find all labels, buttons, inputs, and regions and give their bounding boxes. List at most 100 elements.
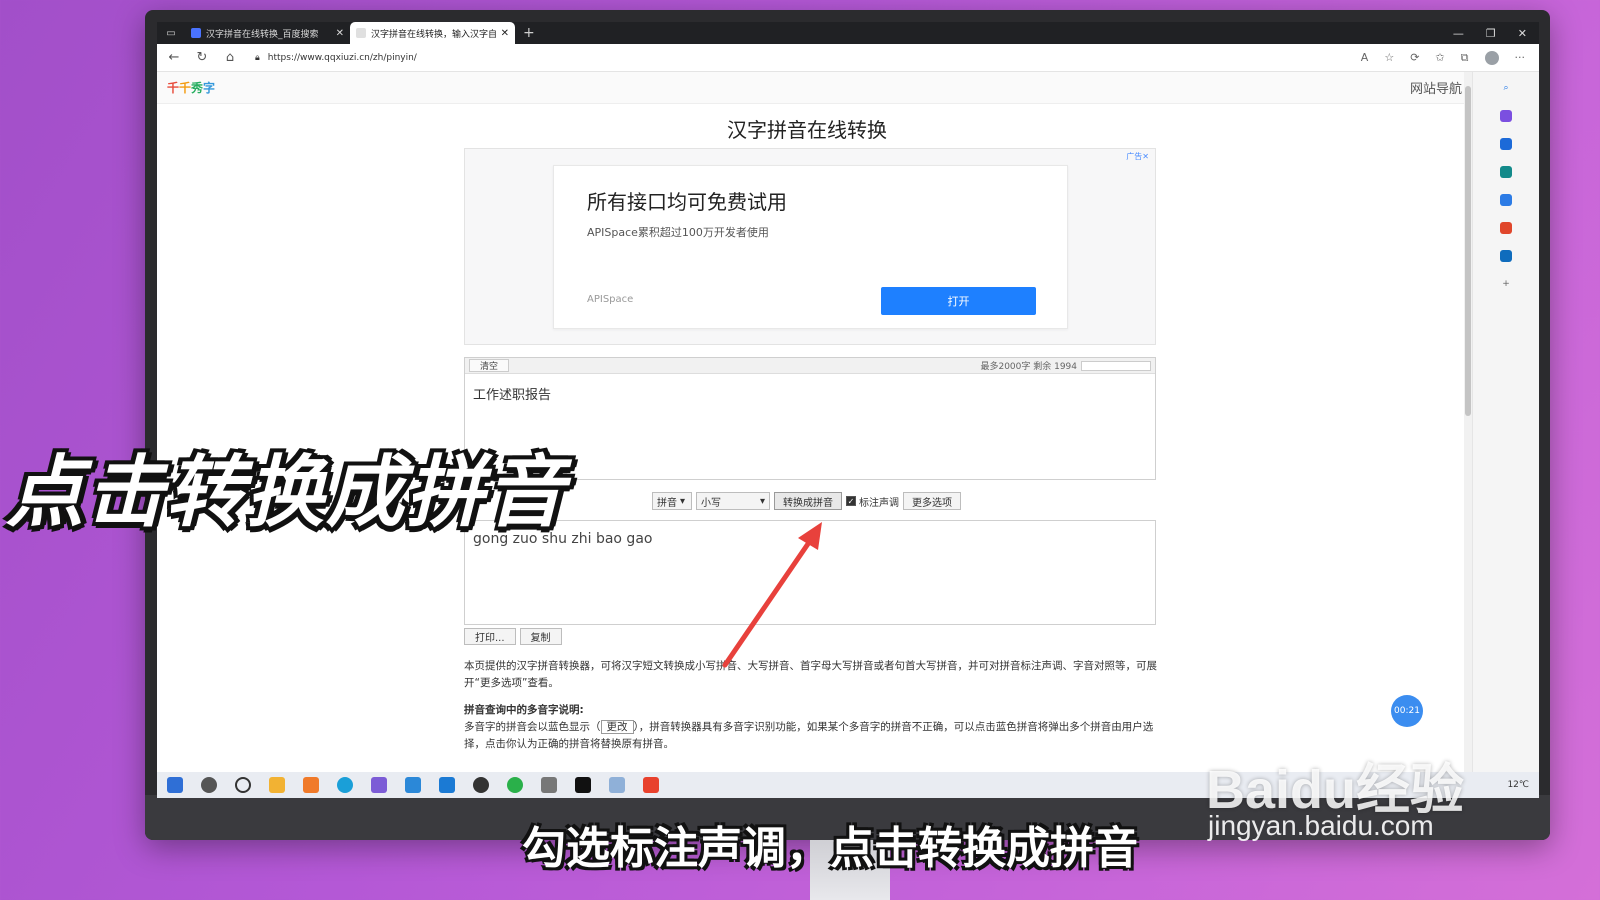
- outlook-icon[interactable]: [1500, 250, 1512, 262]
- window-controls: — ❐ ✕: [1453, 27, 1539, 40]
- maximize-icon[interactable]: ❐: [1486, 27, 1496, 40]
- favorites-icon[interactable]: ✩: [1435, 51, 1444, 65]
- read-aloud-icon[interactable]: A: [1361, 51, 1369, 65]
- pinyin-output[interactable]: gong zuo shu zhi bao gao: [464, 520, 1156, 625]
- tone-label: 标注声调: [859, 497, 899, 509]
- ad-title: 所有接口均可免费试用: [587, 190, 787, 214]
- minimize-icon[interactable]: —: [1453, 27, 1464, 40]
- toolbar-icons: A ☆ ⟳ ✩ ⧉ ···: [1361, 50, 1529, 65]
- back-icon[interactable]: ←: [167, 50, 181, 65]
- screen: ▭ 汉字拼音在线转换_百度搜索 ✕ 汉字拼音在线转换，输入汉字自动转换 ✕ + …: [157, 22, 1539, 798]
- close-window-icon[interactable]: ✕: [1518, 27, 1527, 40]
- tab-label: 汉字拼音在线转换_百度搜索: [206, 29, 319, 40]
- address-bar: ← ↻ ⌂ 🔒︎ https://www.qqxiuzi.cn/zh/pinyi…: [157, 44, 1539, 72]
- video-subtitle: 勾选标注声调，点击转换成拼音: [522, 823, 1138, 874]
- photos-icon[interactable]: [371, 777, 387, 793]
- tab-pinyin-converter[interactable]: 汉字拼音在线转换，输入汉字自动转换 ✕: [350, 22, 515, 44]
- description: 本页提供的汉字拼音转换器，可将汉字短文转换成小写拼音、大写拼音、首字母大写拼音或…: [464, 658, 1159, 753]
- ad-tag[interactable]: 广告✕: [1126, 151, 1149, 162]
- add-icon[interactable]: +: [1500, 278, 1512, 290]
- tab-baidu-search[interactable]: 汉字拼音在线转换_百度搜索 ✕: [185, 22, 350, 44]
- convert-controls: 拼音 ▾ 小写 ▾ 转换成拼音 ✓ 标注声调 更多选项: [652, 492, 961, 510]
- change-tag: 更改: [600, 720, 634, 734]
- weather-text: 12℃: [1507, 780, 1529, 790]
- copy-button[interactable]: 复制: [519, 628, 562, 645]
- refresh-icon[interactable]: ↻: [195, 50, 209, 65]
- toolbox-icon[interactable]: [1500, 166, 1512, 178]
- tab-actions-icon[interactable]: ▭: [157, 28, 185, 39]
- case-select[interactable]: 小写 ▾: [696, 492, 770, 510]
- convert-to-pinyin-button[interactable]: 转换成拼音: [774, 492, 842, 510]
- tag-icon[interactable]: [1500, 138, 1512, 150]
- home-icon[interactable]: ⌂: [223, 50, 237, 65]
- collections-icon[interactable]: ⧉: [1461, 51, 1469, 65]
- start-icon[interactable]: [167, 777, 183, 793]
- scroll-thumb[interactable]: [1465, 86, 1471, 416]
- app-icon[interactable]: [303, 777, 319, 793]
- copilot-icon[interactable]: [1500, 110, 1512, 122]
- char-count-bar: [1081, 360, 1151, 371]
- app-icon[interactable]: [473, 777, 489, 793]
- site-nav-link[interactable]: 网站导航: [1410, 78, 1462, 97]
- mode-select[interactable]: 拼音 ▾: [652, 492, 692, 510]
- capcut-icon[interactable]: [575, 777, 591, 793]
- chinese-text-input[interactable]: 工作述职报告: [465, 374, 1155, 413]
- overlay-title: 点击转换成拼音: [6, 448, 567, 538]
- ad-banner: 广告✕ 所有接口均可免费试用 APISpace累积超过100万开发者使用 API…: [464, 148, 1156, 345]
- cortana-icon[interactable]: [235, 777, 251, 793]
- tone-checkbox[interactable]: ✓ 标注声调: [846, 494, 899, 509]
- url-text: https://www.qqxiuzi.cn/zh/pinyin/: [267, 52, 417, 63]
- output-actions: 打印... 复制: [464, 628, 562, 645]
- wps-icon[interactable]: [643, 777, 659, 793]
- polyphone-text: 多音字的拼音会以蓝色显示（ 更改 ），拼音转换器具有多音字识别功能，如果某个多音字的…: [464, 720, 1154, 750]
- office-icon[interactable]: [1500, 222, 1512, 234]
- search-icon[interactable]: ⌕: [1500, 82, 1512, 94]
- char-limit: 最多2000字 剩余 1994: [980, 359, 1151, 372]
- lock-icon: 🔒︎: [255, 52, 260, 63]
- edge-sidebar: ⌕ +: [1472, 72, 1539, 772]
- print-button[interactable]: 打印...: [464, 628, 516, 645]
- new-tab-button[interactable]: +: [515, 25, 543, 41]
- recording-timer: 00:21: [1391, 695, 1423, 727]
- ad-open-button[interactable]: 打开: [881, 287, 1036, 315]
- edge-icon[interactable]: [337, 777, 353, 793]
- close-icon[interactable]: ✕: [501, 28, 509, 39]
- system-tray: 12℃: [1507, 780, 1529, 790]
- ad-card[interactable]: 所有接口均可免费试用 APISpace累积超过100万开发者使用 APISpac…: [553, 165, 1068, 329]
- page-scrollbar[interactable]: [1464, 72, 1472, 772]
- profile-avatar[interactable]: [1484, 50, 1499, 65]
- description-text: 本页提供的汉字拼音转换器，可将汉字短文转换成小写拼音、大写拼音、首字母大写拼音或…: [464, 660, 1157, 689]
- site-favicon-icon: [356, 28, 366, 38]
- close-icon[interactable]: ✕: [336, 28, 344, 39]
- chevron-down-icon: ▾: [759, 495, 765, 507]
- clear-button[interactable]: 清空: [469, 359, 510, 372]
- people-icon[interactable]: [1500, 194, 1512, 206]
- polyphone-heading: 拼音查询中的多音字说明:: [464, 704, 584, 716]
- ad-brand: APISpace: [587, 294, 634, 305]
- site-header: 千千秀字 网站导航: [157, 72, 1472, 104]
- chevron-down-icon: ▾: [680, 495, 686, 507]
- site-logo[interactable]: 千千秀字: [167, 79, 215, 96]
- url-field[interactable]: 🔒︎ https://www.qqxiuzi.cn/zh/pinyin/: [251, 48, 1347, 68]
- favorite-star-icon[interactable]: ☆: [1384, 51, 1394, 65]
- app-icon[interactable]: [439, 777, 455, 793]
- browser-tab-bar: ▭ 汉字拼音在线转换_百度搜索 ✕ 汉字拼音在线转换，输入汉字自动转换 ✕ + …: [157, 22, 1539, 44]
- input-toolbar: 清空 最多2000字 剩余 1994: [465, 358, 1155, 374]
- baidu-favicon-icon: [191, 28, 201, 38]
- app-icon[interactable]: [541, 777, 557, 793]
- chinese-input-area: 清空 最多2000字 剩余 1994 工作述职报告: [464, 357, 1156, 480]
- file-explorer-icon[interactable]: [269, 777, 285, 793]
- wechat-icon[interactable]: [507, 777, 523, 793]
- app-icon[interactable]: [405, 777, 421, 793]
- tab-label: 汉字拼音在线转换，输入汉字自动转换: [371, 29, 496, 40]
- checkbox-checked-icon[interactable]: ✓: [846, 496, 856, 506]
- more-options-button[interactable]: 更多选项: [903, 492, 961, 510]
- char-limit-text: 最多2000字 剩余 1994: [980, 362, 1077, 372]
- ad-subtitle: APISpace累积超过100万开发者使用: [587, 226, 769, 239]
- extensions-icon[interactable]: ⟳: [1410, 51, 1419, 65]
- page-title: 汉字拼音在线转换: [727, 118, 887, 142]
- more-menu-icon[interactable]: ···: [1515, 51, 1526, 65]
- search-icon[interactable]: [201, 777, 217, 793]
- app-icon[interactable]: [609, 777, 625, 793]
- web-page: 千千秀字 网站导航 汉字拼音在线转换 广告✕ 所有接口均可免费试用 APISpa…: [157, 72, 1472, 772]
